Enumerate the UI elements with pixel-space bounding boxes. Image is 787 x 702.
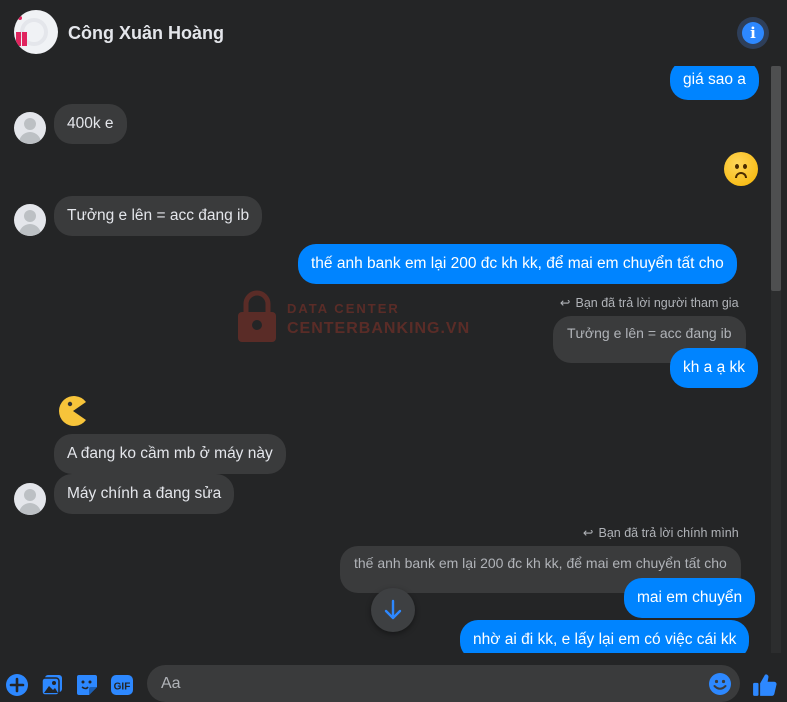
message-input-container[interactable]	[147, 665, 740, 702]
message-outgoing[interactable]: thế anh bank em lại 200 đc kh kk, để mai…	[298, 244, 737, 284]
reply-note: ↩ Bạn đã trả lời chính mình	[583, 526, 739, 540]
reply-arrow-icon: ↩	[560, 296, 571, 310]
message-outgoing[interactable]: mai em chuyển	[624, 578, 756, 618]
contact-name[interactable]: Công Xuân Hoàng	[68, 23, 224, 44]
svg-text:GIF: GIF	[114, 682, 131, 693]
watermark: DATA CENTER CENTERBANKING.VN	[232, 286, 492, 348]
scrollbar-thumb[interactable]	[771, 66, 781, 291]
message-incoming[interactable]: Tưởng e lên = acc đang ib	[54, 196, 263, 236]
sender-avatar[interactable]	[14, 112, 46, 144]
conversation-info-button[interactable]: i	[737, 17, 769, 49]
message-incoming[interactable]: 400k e	[54, 104, 127, 144]
conversation-header: Công Xuân Hoàng i	[0, 0, 787, 66]
info-icon: i	[742, 22, 764, 44]
sender-avatar[interactable]	[14, 204, 46, 236]
message-incoming[interactable]: A đang ko cầm mb ở máy này	[54, 434, 286, 474]
message-outgoing[interactable]: nhờ ai đi kk, e lấy lại em có việc cái k…	[460, 620, 750, 653]
plus-circle-icon[interactable]	[5, 673, 29, 697]
lock-icon	[238, 290, 276, 342]
arrow-down-icon	[384, 599, 402, 620]
scroll-to-bottom-button[interactable]	[371, 588, 415, 632]
sad-emoji	[724, 152, 758, 186]
chat-scrollbar[interactable]	[771, 66, 781, 653]
message-incoming[interactable]: Máy chính a đang sửa	[54, 474, 235, 514]
watermark-line1: DATA CENTER	[287, 301, 400, 316]
pacman-sticker[interactable]	[56, 394, 90, 428]
sticker-icon[interactable]	[75, 673, 99, 697]
photo-icon[interactable]	[40, 673, 64, 697]
gif-icon[interactable]: GIF	[110, 673, 134, 697]
sender-avatar[interactable]	[14, 483, 46, 515]
reply-note: ↩ Bạn đã trả lời người tham gia	[560, 296, 739, 310]
watermark-line2: CENTERBANKING.VN	[287, 320, 471, 337]
message-outgoing[interactable]: giá sao a	[670, 66, 759, 100]
message-outgoing[interactable]: kh a ạ kk	[670, 348, 759, 388]
thumbs-up-icon[interactable]	[752, 672, 778, 698]
contact-avatar[interactable]	[14, 10, 58, 54]
emoji-icon[interactable]	[708, 672, 732, 696]
message-input[interactable]	[161, 673, 681, 695]
message-list[interactable]: giá sao a 400k e Tưởng e lên = acc đang …	[0, 66, 770, 653]
reply-arrow-icon: ↩	[583, 526, 594, 540]
